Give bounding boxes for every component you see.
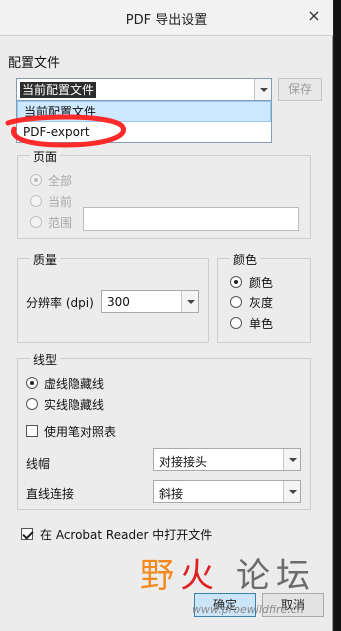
- pdf-export-dialog: PDF 导出设置 × 配置文件 当前配置文件 保存 当前配置文件 PDF-exp…: [0, 0, 333, 631]
- pages-all-radio[interactable]: [30, 174, 42, 186]
- pages-range-label: 范围: [48, 216, 73, 230]
- resolution-select[interactable]: 300: [101, 290, 199, 313]
- watermark-char-tan: 坛: [276, 556, 310, 596]
- watermark-char-lun: 论: [236, 556, 270, 596]
- chevron-down-icon[interactable]: [181, 291, 198, 312]
- profile-section-label: 配置文件: [8, 56, 61, 71]
- watermark-char-huo: 火: [180, 556, 214, 596]
- dialog-title: PDF 导出设置: [125, 13, 208, 28]
- color-grayscale-radio[interactable]: [230, 296, 242, 308]
- pages-all-label: 全部: [48, 174, 73, 188]
- chevron-down-icon[interactable]: [283, 449, 300, 470]
- hidden-dashed-label: 虚线隐藏线: [44, 377, 105, 391]
- linetype-group-label: 线型: [30, 351, 61, 368]
- color-mono-label: 单色: [249, 317, 274, 331]
- line-cap-label: 线帽: [26, 457, 51, 471]
- line-cap-value: 对接接头: [159, 455, 208, 469]
- hidden-dashed-radio[interactable]: [26, 377, 38, 389]
- color-color-radio[interactable]: [230, 276, 242, 288]
- line-join-label: 直线连接: [26, 487, 75, 501]
- forum-watermark-logo: 野 火 论 坛 www.proewildfire.cn: [140, 548, 330, 628]
- line-join-value: 斜接: [159, 487, 184, 501]
- color-grayscale-label: 灰度: [249, 296, 274, 310]
- close-icon[interactable]: ×: [305, 7, 323, 25]
- pages-current-radio[interactable]: [30, 195, 42, 207]
- watermark-char-ye: 野: [140, 556, 174, 596]
- profile-select[interactable]: 当前配置文件: [16, 78, 272, 101]
- background-strip: [334, 0, 341, 631]
- pen-table-label: 使用笔对照表: [44, 425, 117, 439]
- pen-table-checkbox[interactable]: [26, 425, 38, 437]
- color-group-label: 颜色: [230, 251, 261, 268]
- pages-range-radio[interactable]: [30, 216, 42, 228]
- profile-selected-value: 当前配置文件: [20, 82, 97, 98]
- line-cap-select[interactable]: 对接接头: [153, 448, 301, 471]
- resolution-value: 300: [107, 295, 130, 309]
- quality-group-label: 质量: [30, 251, 61, 268]
- title-bar: PDF 导出设置 ×: [0, 0, 333, 36]
- open-in-reader-checkbox[interactable]: [21, 528, 33, 540]
- line-join-select[interactable]: 斜接: [153, 480, 301, 503]
- save-profile-button[interactable]: 保存: [278, 78, 322, 101]
- resolution-label: 分辨率 (dpi): [26, 296, 94, 310]
- open-in-reader-label: 在 Acrobat Reader 中打开文件: [40, 528, 213, 542]
- chevron-down-icon[interactable]: [283, 481, 300, 502]
- red-highlight-annotation: [5, 114, 127, 148]
- pages-range-input[interactable]: [83, 207, 299, 231]
- hidden-solid-radio[interactable]: [26, 398, 38, 410]
- pages-current-label: 当前: [48, 195, 73, 209]
- chevron-down-icon[interactable]: [254, 79, 271, 100]
- color-mono-radio[interactable]: [230, 317, 242, 329]
- color-color-label: 颜色: [249, 276, 274, 290]
- hidden-solid-label: 实线隐藏线: [44, 398, 105, 412]
- watermark-url: www.proewildfire.cn: [192, 603, 304, 616]
